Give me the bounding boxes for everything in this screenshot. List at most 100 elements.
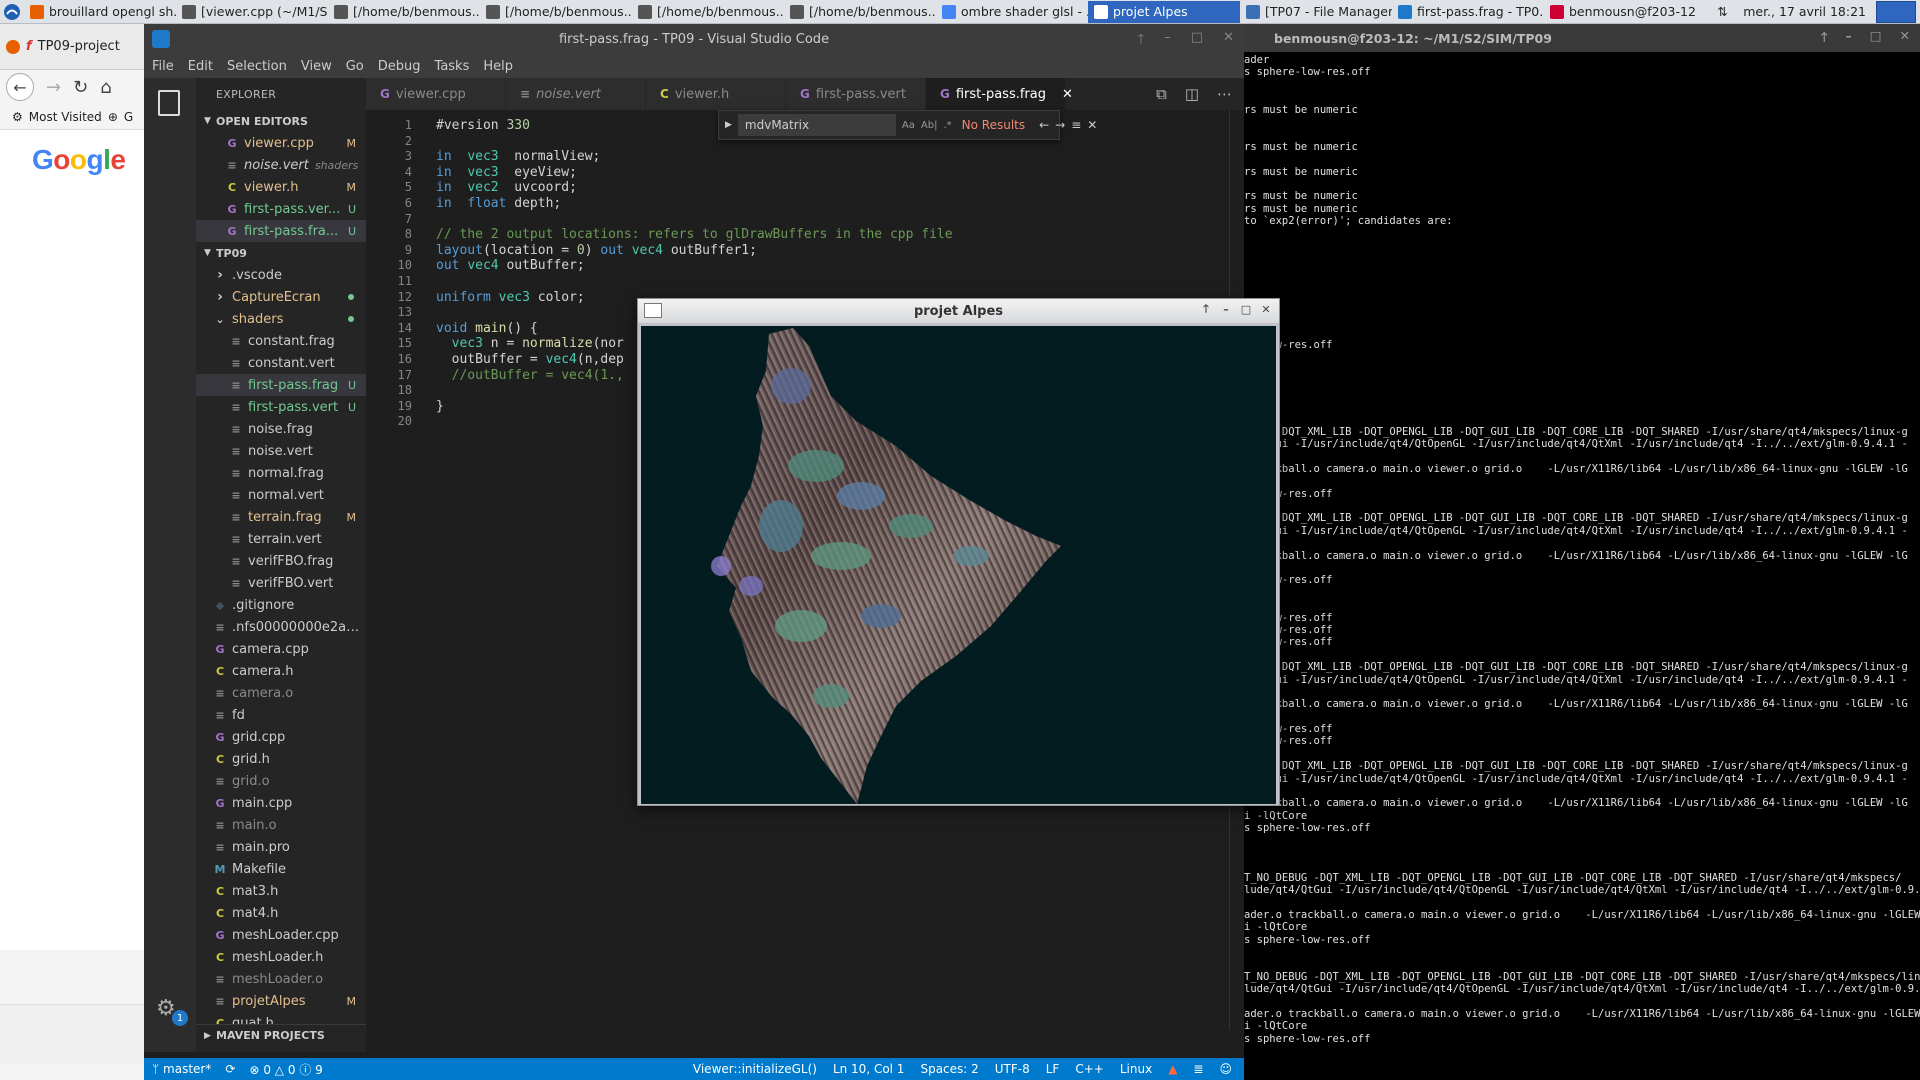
bookmark-most-visited[interactable]: Most Visited xyxy=(29,110,102,124)
file-item[interactable]: Cgrid.h xyxy=(196,748,366,770)
more-actions-icon[interactable]: ⋯ xyxy=(1217,85,1232,103)
file-item[interactable]: ≡ fd xyxy=(196,704,366,726)
bookmark-item[interactable]: G xyxy=(124,110,133,124)
window-app-icon[interactable] xyxy=(644,303,662,318)
folder-item[interactable]: › CaptureEcran xyxy=(196,286,366,308)
alpes-maximize-button[interactable]: □ xyxy=(1239,302,1253,316)
file-item[interactable]: ≡ normal.vert xyxy=(196,484,366,506)
alpes-titlebar[interactable]: projet Alpes 🡑 – □ ✕ xyxy=(638,299,1279,323)
next-match-icon[interactable]: → xyxy=(1055,118,1065,132)
google-logo[interactable]: Google xyxy=(32,144,160,176)
folder-item[interactable]: › .vscode xyxy=(196,264,366,286)
file-item[interactable]: ≡ grid.o xyxy=(196,770,366,792)
home-button[interactable]: ⌂ xyxy=(100,77,111,98)
find-in-selection-icon[interactable]: ≡ xyxy=(1071,118,1081,132)
code-line[interactable]: outBuffer = vec4(n,dep xyxy=(436,352,624,367)
code-line[interactable]: #version 330 xyxy=(436,118,530,133)
back-button[interactable]: ← xyxy=(6,73,34,101)
file-item[interactable]: ≡ terrain.vert xyxy=(196,528,366,550)
opengl-viewport[interactable] xyxy=(641,326,1276,804)
flame-icon[interactable]: ▲ xyxy=(1168,1062,1177,1076)
file-item[interactable]: M Makefile xyxy=(196,858,366,880)
vscode-close-button[interactable]: ✕ xyxy=(1223,30,1234,52)
taskbar-task[interactable]: [/home/b/benmous... xyxy=(328,1,480,23)
open-editor-item[interactable]: Gfirst-pass.ver... U xyxy=(196,198,366,220)
alpes-shade-button[interactable]: 🡑 xyxy=(1199,302,1213,316)
menu-item-help[interactable]: Help xyxy=(483,59,513,74)
file-item[interactable]: Cmat3.h xyxy=(196,880,366,902)
taskbar-task[interactable]: [/home/b/benmous... xyxy=(784,1,936,23)
vscode-minimize-button[interactable]: – xyxy=(1164,30,1171,52)
clock[interactable]: mer., 17 avril 18:21 xyxy=(1743,4,1866,19)
editor-tab[interactable]: ≡ noise.vert xyxy=(506,78,646,110)
file-item[interactable]: CmeshLoader.h xyxy=(196,946,366,968)
indentation[interactable]: Spaces: 2 xyxy=(920,1062,978,1076)
language-mode[interactable]: C++ xyxy=(1075,1062,1104,1076)
firefox-tab[interactable]: f TP09-project xyxy=(0,24,160,70)
file-item[interactable]: ≡ projetAlpes M xyxy=(196,990,366,1012)
file-item[interactable]: ≡ terrain.frag M xyxy=(196,506,366,528)
close-find-icon[interactable]: ✕ xyxy=(1087,118,1097,132)
taskbar-task[interactable]: projet Alpes xyxy=(1088,0,1240,23)
file-item[interactable]: ≡ constant.vert xyxy=(196,352,366,374)
file-item[interactable]: Ggrid.cpp xyxy=(196,726,366,748)
split-editor-icon[interactable]: ◫ xyxy=(1185,85,1199,103)
code-line[interactable]: in vec2 uvcoord; xyxy=(436,180,577,195)
taskbar-task[interactable]: [TP07 - File Manager] xyxy=(1240,1,1392,23)
terminal-minimize-button[interactable]: – xyxy=(1845,28,1851,49)
code-line[interactable]: uniform vec3 color; xyxy=(436,290,585,305)
regex-toggle[interactable]: .* xyxy=(943,120,951,131)
toggle-replace-icon[interactable]: ▶ xyxy=(725,120,732,130)
menu-item-edit[interactable]: Edit xyxy=(188,59,213,74)
terminal-close-button[interactable]: ✕ xyxy=(1900,28,1910,49)
cursor-position[interactable]: Ln 10, Col 1 xyxy=(833,1062,905,1076)
close-tab-icon[interactable]: ✕ xyxy=(1062,87,1073,102)
network-icon[interactable]: ⇅ xyxy=(1717,4,1733,20)
file-item[interactable]: ≡ main.pro xyxy=(196,836,366,858)
feedback-smiley-icon[interactable]: ☺ xyxy=(1219,1062,1232,1076)
open-editor-item[interactable]: Gviewer.cpp M xyxy=(196,132,366,154)
editor-tab[interactable]: Cviewer.h xyxy=(646,78,786,110)
end-of-line[interactable]: LF xyxy=(1046,1062,1060,1076)
file-item[interactable]: ≡ verifFBO.vert xyxy=(196,572,366,594)
previous-match-icon[interactable]: ← xyxy=(1039,118,1049,132)
current-function[interactable]: Viewer::initializeGL() xyxy=(693,1062,817,1076)
file-item[interactable]: ≡ first-pass.frag U xyxy=(196,374,366,396)
taskbar-task[interactable]: [/home/b/benmous... xyxy=(480,1,632,23)
vscode-maximize-button[interactable]: □ xyxy=(1191,30,1203,52)
encoding[interactable]: UTF-8 xyxy=(995,1062,1030,1076)
code-line[interactable]: in vec3 normalView; xyxy=(436,149,600,164)
menu-item-file[interactable]: File xyxy=(152,59,174,74)
open-editor-item[interactable]: Cviewer.h M xyxy=(196,176,366,198)
file-item[interactable]: ≡ noise.vert xyxy=(196,440,366,462)
open-editor-item[interactable]: Gfirst-pass.fra... U xyxy=(196,220,366,242)
match-word-toggle[interactable]: Ab| xyxy=(921,120,938,131)
code-line[interactable]: } xyxy=(436,399,444,414)
file-item[interactable]: ≡ noise.frag xyxy=(196,418,366,440)
explorer-files-icon[interactable] xyxy=(158,90,180,116)
reload-button[interactable]: ↻ xyxy=(73,77,88,98)
menu-item-tasks[interactable]: Tasks xyxy=(435,59,470,74)
taskbar-task[interactable]: benmousn@f203-12:... xyxy=(1544,1,1696,23)
find-input[interactable] xyxy=(737,114,896,136)
match-case-toggle[interactable]: Aa xyxy=(902,120,915,131)
project-folder-header[interactable]: ▼ TP09 xyxy=(196,242,366,264)
file-item[interactable]: ≡ verifFBO.frag xyxy=(196,550,366,572)
problems-indicator[interactable]: ⊗ 0 △ 0 ⓘ 9 xyxy=(249,1061,322,1078)
taskbar-task[interactable]: [viewer.cpp (~/M1/S... xyxy=(176,1,328,23)
open-changes-icon[interactable]: ⧉ xyxy=(1156,85,1167,103)
sync-icon[interactable]: ⟳ xyxy=(225,1062,235,1076)
taskbar-task[interactable]: [/home/b/benmous... xyxy=(632,1,784,23)
code-line[interactable]: void main() { xyxy=(436,321,538,336)
file-item[interactable]: Cmat4.h xyxy=(196,902,366,924)
terminal-maximize-button[interactable]: □ xyxy=(1870,28,1882,49)
menu-item-selection[interactable]: Selection xyxy=(227,59,287,74)
code-line[interactable]: in float depth; xyxy=(436,196,561,211)
editor-tab[interactable]: Gfirst-pass.vert xyxy=(786,78,926,110)
file-item[interactable]: ≡ constant.frag xyxy=(196,330,366,352)
app-menu-button[interactable] xyxy=(0,0,24,24)
menu-item-go[interactable]: Go xyxy=(346,59,364,74)
terminal-output[interactable]: ader s sphere-low-res.off rs must be numer… xyxy=(1244,52,1920,1045)
code-line[interactable]: out vec4 outBuffer; xyxy=(436,258,585,273)
file-item[interactable]: ≡ .nfs00000000e2a48c... xyxy=(196,616,366,638)
